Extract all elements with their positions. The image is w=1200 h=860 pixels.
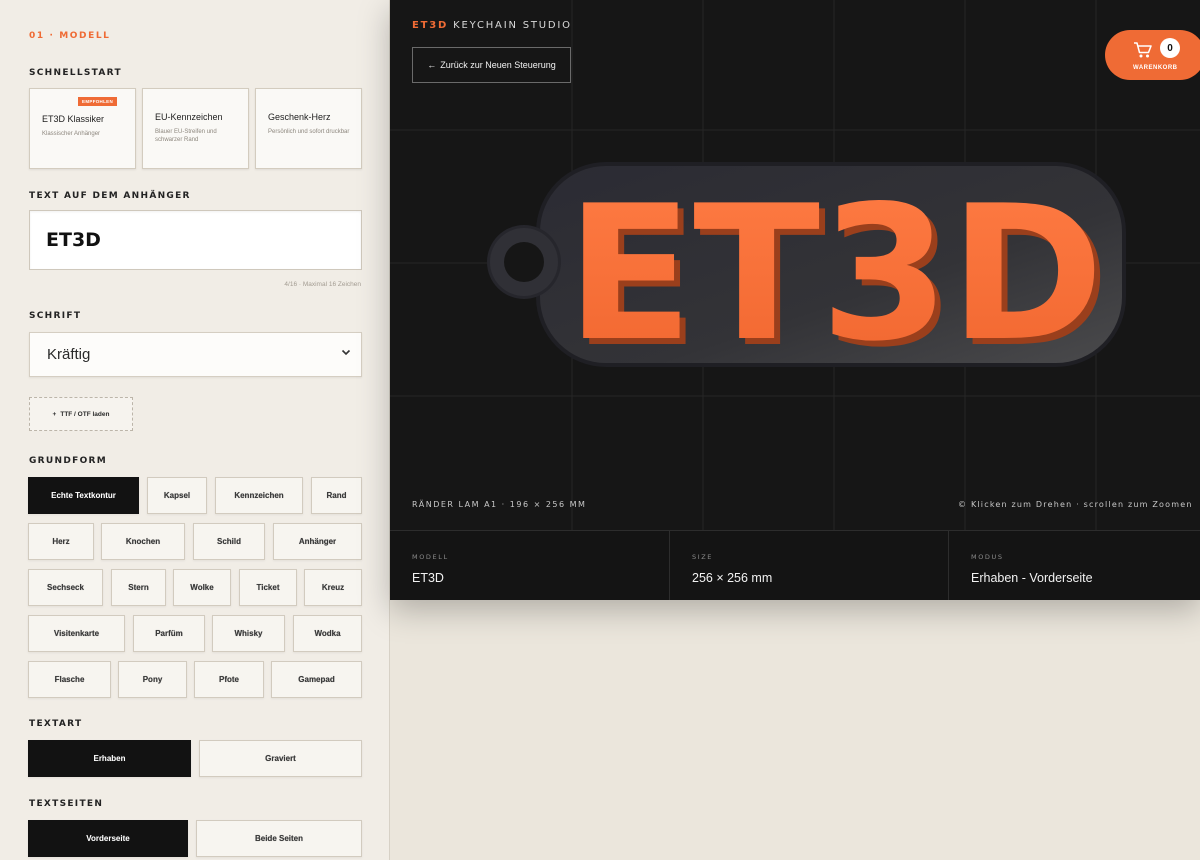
- shape-option-bone[interactable]: Knochen: [101, 523, 185, 560]
- dimensions-readout: RÄNDER LAM A1 · 196 × 256 MM: [412, 500, 587, 509]
- shape-option-heart[interactable]: Herz: [28, 523, 94, 560]
- shape-option-perfume[interactable]: Parfüm: [133, 615, 205, 652]
- text-style-raised-button[interactable]: Erhaben: [28, 740, 191, 777]
- shape-option-rim[interactable]: Rand: [311, 477, 362, 514]
- info-cell-size: SIZE 256 × 256 mm: [669, 531, 948, 600]
- text-heading: TEXT AUF DEM ANHÄNGER: [29, 191, 191, 201]
- cart-label: WARENKORB: [1133, 65, 1178, 71]
- info-label: SIZE: [692, 553, 714, 561]
- text-sides-heading: TEXTSEITEN: [29, 799, 104, 809]
- recommended-badge: EMPFOHLEN: [78, 97, 117, 106]
- shape-option-paw[interactable]: Pfote: [194, 661, 264, 698]
- cart-count-badge: 0: [1160, 38, 1180, 58]
- shape-option-text-outline[interactable]: Echte Textkontur: [28, 477, 139, 514]
- preset-card-heart[interactable]: Geschenk-Herz Persönlich und sofort druc…: [255, 88, 362, 169]
- shape-option-cloud[interactable]: Wolke: [173, 569, 231, 606]
- text-sides-both-button[interactable]: Beide Seiten: [196, 820, 362, 857]
- font-select-value: Kräftig: [47, 346, 91, 363]
- chevron-down-icon: [341, 347, 351, 360]
- shape-option-whisky[interactable]: Whisky: [212, 615, 285, 652]
- shape-option-shield[interactable]: Schild: [193, 523, 265, 560]
- shape-option-business-card[interactable]: Visitenkarte: [28, 615, 125, 652]
- text-style-heading: TEXTART: [29, 719, 83, 729]
- font-upload-button[interactable]: + TTF / OTF laden: [29, 397, 133, 431]
- preset-card-classic[interactable]: EMPFOHLEN ET3D Klassiker Klassischer Anh…: [29, 88, 136, 169]
- preset-title: Geschenk-Herz: [268, 112, 331, 122]
- cart-icon: [1133, 41, 1153, 64]
- info-label: MODUS: [971, 553, 1004, 561]
- shape-option-pony[interactable]: Pony: [118, 661, 187, 698]
- brand-logo: ET3D KEYCHAIN STUDIO: [412, 20, 572, 31]
- font-upload-label: TTF / OTF laden: [60, 410, 110, 418]
- brand-name: KEYCHAIN STUDIO: [453, 20, 572, 31]
- preset-title: EU-Kennzeichen: [155, 112, 223, 122]
- shape-heading: GRUNDFORM: [29, 456, 108, 466]
- shape-option-vodka[interactable]: Wodka: [293, 615, 362, 652]
- info-value: 256 × 256 mm: [692, 571, 773, 585]
- brand-accent: ET3D: [412, 20, 449, 31]
- preset-subtitle: Blauer EU-Streifen und schwarzer Rand: [155, 129, 217, 143]
- back-button[interactable]: ← Zurück zur Neuen Steuerung: [412, 47, 571, 83]
- font-heading: SCHRIFT: [29, 311, 82, 321]
- char-counter: 4/16 · Maximal 16 Zeichen: [284, 281, 361, 288]
- text-sides-front-button[interactable]: Vorderseite: [28, 820, 188, 857]
- shape-option-gamepad[interactable]: Gamepad: [271, 661, 362, 698]
- shape-option-ticket[interactable]: Ticket: [239, 569, 297, 606]
- keychain-text-input[interactable]: [29, 210, 362, 270]
- preset-subtitle: Klassischer Anhänger: [42, 131, 101, 137]
- quickstart-heading: SCHNELLSTART: [29, 68, 122, 78]
- keychain-3d-model[interactable]: ET3D ET3D: [482, 158, 1132, 383]
- model-text: ET3D: [566, 165, 1104, 382]
- info-label: MODELL: [412, 553, 449, 561]
- interaction-hint: © Klicken zum Drehen · scrollen zum Zoom…: [958, 500, 1193, 509]
- shape-option-capsule[interactable]: Kapsel: [147, 477, 207, 514]
- text-style-engraved-button[interactable]: Graviert: [199, 740, 362, 777]
- preset-subtitle: Persönlich und sofort druckbar: [268, 129, 350, 135]
- preset-card-eu-plate[interactable]: EU-Kennzeichen Blauer EU-Streifen und sc…: [142, 88, 249, 169]
- arrow-left-icon: ←: [427, 60, 437, 70]
- preview-viewport[interactable]: ET3D KEYCHAIN STUDIO ← Zurück zur Neuen …: [390, 0, 1200, 600]
- step-label: 01 · MODELL: [29, 31, 111, 41]
- shape-option-plate[interactable]: Kennzeichen: [215, 477, 303, 514]
- plus-icon: +: [52, 410, 57, 418]
- info-value: ET3D: [412, 571, 444, 585]
- font-select[interactable]: Kräftig: [29, 332, 362, 377]
- config-sidebar: 01 · MODELL SCHNELLSTART EMPFOHLEN ET3D …: [0, 0, 390, 860]
- shape-option-bottle[interactable]: Flasche: [28, 661, 111, 698]
- info-cell-mode: MODUS Erhaben - Vorderseite: [948, 531, 1200, 600]
- shape-option-cross[interactable]: Kreuz: [304, 569, 362, 606]
- info-cell-model: MODELL ET3D: [390, 531, 669, 600]
- back-button-label: Zurück zur Neuen Steuerung: [440, 60, 556, 70]
- shape-option-hexagon[interactable]: Sechseck: [28, 569, 103, 606]
- shape-option-pendant[interactable]: Anhänger: [273, 523, 362, 560]
- preset-title: ET3D Klassiker: [42, 114, 105, 124]
- info-value: Erhaben - Vorderseite: [971, 571, 1093, 585]
- cart-button[interactable]: 0 WARENKORB: [1105, 30, 1200, 80]
- shape-option-star[interactable]: Stern: [111, 569, 166, 606]
- model-info-bar: MODELL ET3D SIZE 256 × 256 mm MODUS Erha…: [390, 530, 1200, 600]
